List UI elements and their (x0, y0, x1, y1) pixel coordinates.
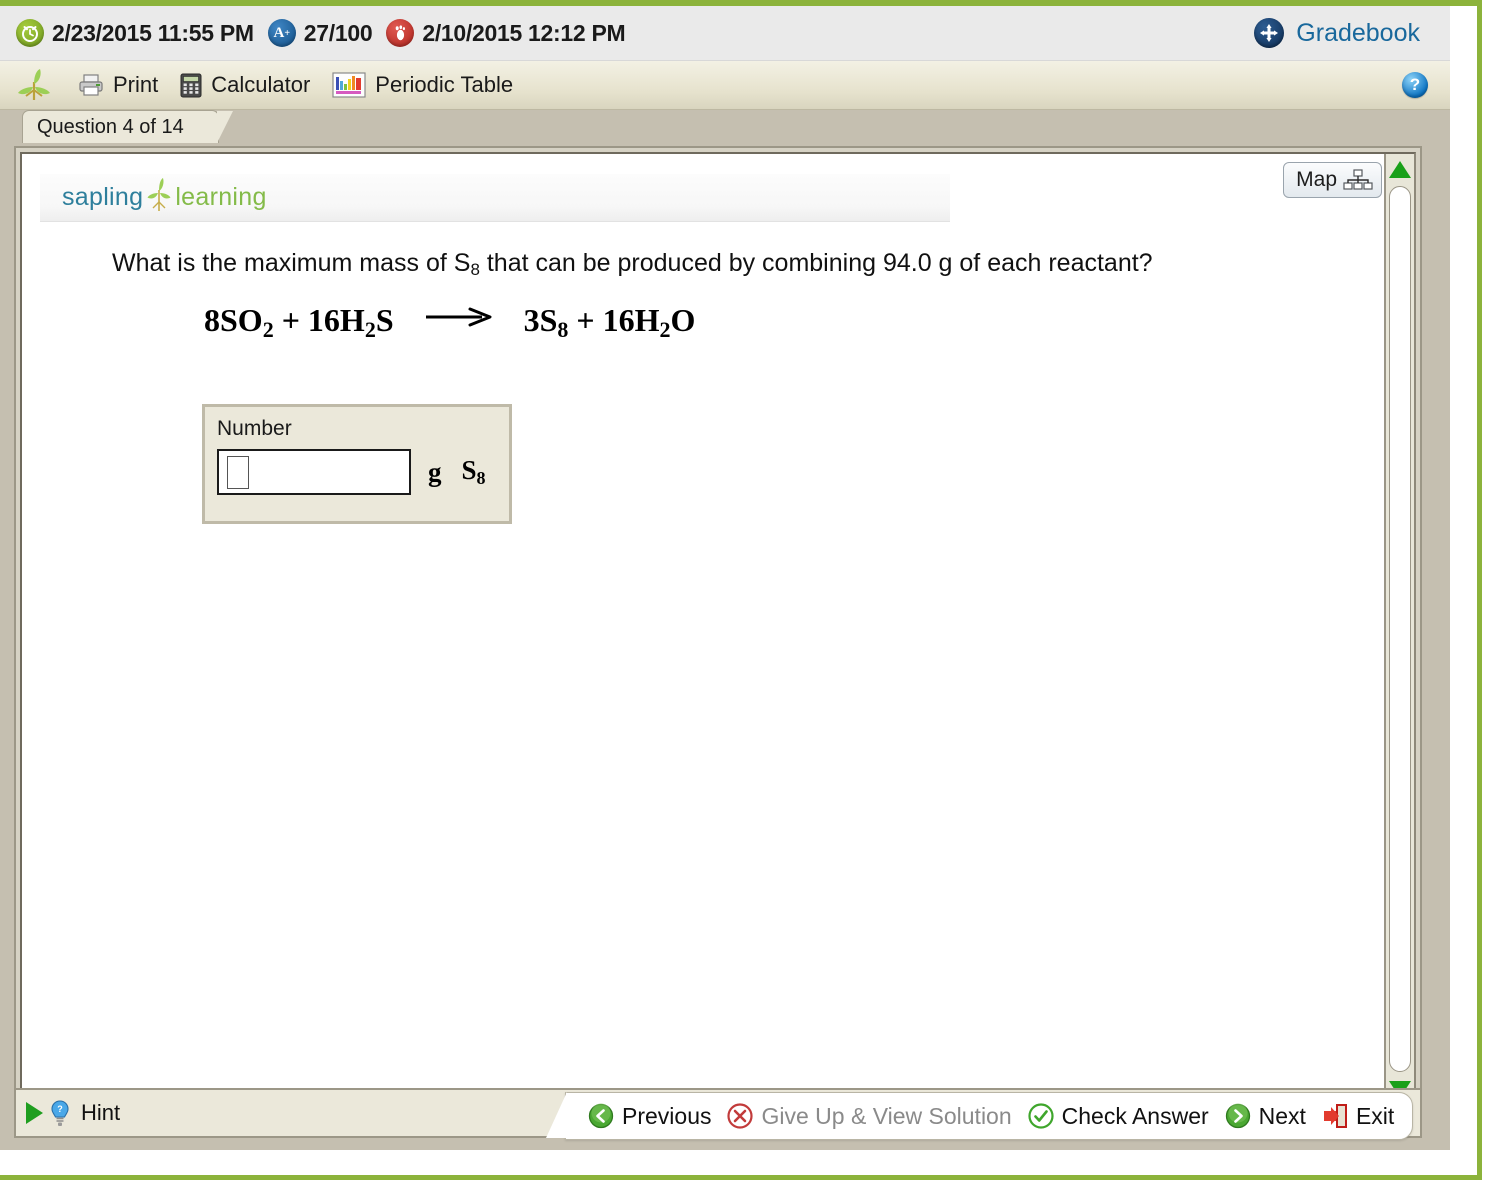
periodic-table-label: Periodic Table (375, 72, 514, 97)
exit-label: Exit (1355, 1102, 1395, 1129)
calculator-button[interactable]: Calculator (180, 72, 310, 98)
sitemap-icon (1343, 169, 1373, 191)
check-answer-label: Check Answer (1061, 1102, 1209, 1129)
answer-panel: Number g S8 (202, 404, 512, 524)
logo-word-sapling: sapling (62, 183, 144, 211)
answer-species-symbol: S (461, 455, 477, 485)
gradebook-label: Gradebook (1296, 18, 1420, 47)
question-prompt: What is the maximum mass of S8 that can … (112, 248, 1153, 280)
sapling-banner: sapling learning (40, 174, 950, 222)
exit-door-icon (1322, 1103, 1348, 1129)
reactant-sub-1: 2 (262, 317, 274, 342)
product-sub-1: 8 (557, 317, 569, 342)
answer-row: g S8 (217, 449, 497, 495)
answer-type-label: Number (217, 417, 292, 440)
alarm-clock-icon (16, 19, 44, 47)
last-activity-text: 2/10/2015 12:12 PM (422, 19, 626, 46)
answer-species: S8 (462, 455, 486, 489)
tab-question-4[interactable]: Question 4 of 14 (22, 110, 233, 143)
page-root: 2/23/2015 11:55 PM A + 27/100 2/10/2015 … (0, 0, 1486, 1184)
check-answer-button[interactable]: Check Answer (1028, 1103, 1209, 1130)
tool-bar: Print Calculator Periodic Table ? (0, 61, 1450, 110)
right-accent-bar (1477, 0, 1482, 1180)
sapling-plant-icon (145, 177, 173, 212)
previous-label: Previous (622, 1102, 712, 1129)
map-button[interactable]: Map (1283, 162, 1382, 198)
check-circle-icon (1028, 1103, 1054, 1129)
last-activity-status: 2/10/2015 12:12 PM (386, 19, 626, 47)
svg-text:?: ? (57, 1104, 63, 1114)
due-date-text: 2/23/2015 11:55 PM (52, 19, 254, 46)
answer-caret (227, 455, 249, 489)
triangle-right-icon (26, 1102, 43, 1124)
give-up-label: Give Up & View Solution (761, 1102, 1012, 1129)
product-sub-2: 2 (659, 317, 671, 342)
give-up-button[interactable]: Give Up & View Solution (727, 1102, 1012, 1130)
print-button[interactable]: Print (78, 72, 158, 98)
reaction-arrow-icon (424, 306, 494, 328)
product-term-2: + 16H (568, 302, 660, 338)
scrollbar-thumb[interactable] (1389, 186, 1411, 1072)
print-label: Print (113, 72, 159, 97)
gradebook-link[interactable]: Gradebook (1254, 18, 1420, 48)
equation-reactants: 8SO2 + 16H2S (204, 302, 402, 342)
sapling-leaf-icon (12, 68, 56, 102)
bottom-accent-bar (0, 1175, 1481, 1180)
lightbulb-icon: ? (49, 1099, 71, 1127)
printer-icon (78, 73, 104, 97)
due-date-status: 2/23/2015 11:55 PM (16, 19, 254, 47)
answer-unit: g (428, 456, 442, 487)
x-circle-icon (727, 1103, 754, 1129)
application-shell: 2/23/2015 11:55 PM A + 27/100 2/10/2015 … (0, 6, 1450, 1150)
next-label: Next (1258, 1102, 1306, 1129)
reactant-sub-2: 2 (364, 317, 376, 342)
tab-label: Question 4 of 14 (37, 115, 184, 138)
reactant-term-3: S (375, 302, 394, 338)
equation-products: 3S8 + 16H2O (523, 302, 696, 342)
arrow-left-circle-icon (588, 1103, 614, 1129)
calculator-icon (180, 73, 202, 98)
logo-word-learning: learning (175, 183, 267, 211)
prompt-subscript: 8 (470, 260, 480, 279)
sapling-logo: sapling learning (62, 177, 267, 215)
scroll-up-button[interactable] (1385, 154, 1414, 184)
score-text: 27/100 (303, 19, 373, 46)
triangle-up-icon (1389, 160, 1411, 178)
product-term-3: O (670, 302, 696, 338)
score-status: A + 27/100 (267, 19, 373, 47)
tab-strip: Question 4 of 14 (0, 110, 1450, 143)
question-navigation: Previous Give Up & View Solution Check A… (545, 1092, 1414, 1140)
status-bar: 2/23/2015 11:55 PM A + 27/100 2/10/2015 … (0, 6, 1450, 61)
map-label: Map (1296, 168, 1337, 191)
next-button[interactable]: Next (1225, 1103, 1306, 1130)
question-content-frame: Map sapling learning What is the maximum… (14, 146, 1422, 1112)
answer-input[interactable] (217, 449, 411, 495)
four-arrows-icon (1254, 18, 1285, 48)
hint-toggle[interactable]: ? Hint (26, 1099, 120, 1127)
periodic-table-button[interactable]: Periodic Table (332, 72, 513, 98)
reactant-term-2: + 16H (273, 302, 365, 338)
calculator-label: Calculator (211, 72, 311, 97)
arrow-right-circle-icon (1225, 1103, 1251, 1129)
vertical-scrollbar[interactable] (1384, 154, 1414, 1104)
previous-button[interactable]: Previous (588, 1103, 711, 1130)
product-term-1: 3S (523, 302, 558, 338)
a-plus-icon: A + (267, 19, 296, 47)
exit-button[interactable]: Exit (1322, 1103, 1394, 1130)
hint-label: Hint (81, 1100, 121, 1125)
prompt-part-two: that can be produced by combining 94.0 g… (479, 249, 1153, 277)
reactant-term-1: 8SO (204, 302, 263, 338)
footprint-icon (386, 19, 415, 47)
help-button[interactable]: ? (1402, 72, 1428, 98)
status-items: 2/23/2015 11:55 PM A + 27/100 2/10/2015 … (0, 19, 639, 47)
answer-species-sub: 8 (476, 468, 486, 488)
question-canvas: Map sapling learning What is the maximum… (20, 152, 1416, 1106)
prompt-part-one: What is the maximum mass of S (112, 249, 471, 277)
periodic-table-icon (332, 72, 366, 98)
chemical-equation: 8SO2 + 16H2S 3S8 + 16H2O (204, 302, 695, 343)
